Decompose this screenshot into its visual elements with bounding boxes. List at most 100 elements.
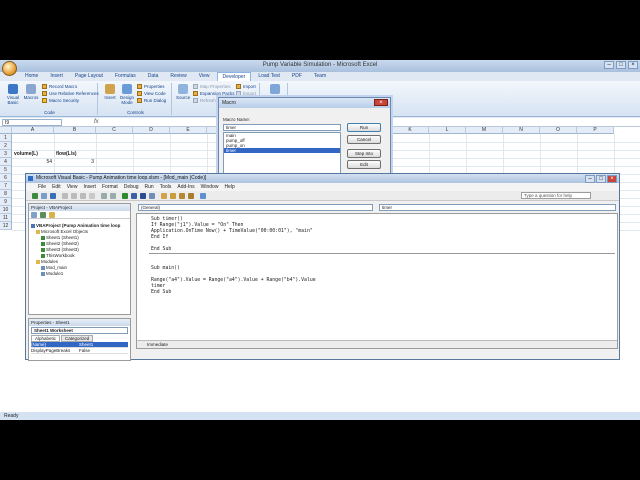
properties-window-icon[interactable] xyxy=(170,193,176,199)
cell-a4[interactable]: 54 xyxy=(13,158,53,166)
row-header-4[interactable]: 4 xyxy=(0,158,12,166)
paste-icon[interactable] xyxy=(80,193,86,199)
object-combo[interactable]: (General) xyxy=(138,204,373,211)
tab-team[interactable]: Team xyxy=(309,72,331,81)
code-line[interactable]: End Sub xyxy=(151,247,171,252)
vbe-close-icon[interactable]: × xyxy=(607,175,617,183)
cell-a3[interactable]: volume(L) xyxy=(13,150,54,158)
row-header-3[interactable]: 3 xyxy=(0,150,12,158)
macro-list-item[interactable]: timer xyxy=(224,148,340,153)
vbe-menu-window[interactable]: Window xyxy=(201,183,219,191)
tree-modules[interactable]: Modules xyxy=(36,259,58,264)
tab-page-layout[interactable]: Page Layout xyxy=(70,72,108,81)
code-line[interactable]: If Range("j1").Value = "On" Then xyxy=(151,223,243,228)
macro-security-button[interactable]: Macro Security xyxy=(42,98,79,104)
vbe-menu-view[interactable]: View xyxy=(67,183,78,191)
code-line[interactable]: Sub timer() xyxy=(151,217,183,222)
column-header-k[interactable]: K xyxy=(392,127,429,134)
properties-object-select[interactable]: Sheet1 Worksheet xyxy=(31,327,128,334)
tree-mod-main[interactable]: Mod_main xyxy=(41,265,67,270)
vbe-menu-debug[interactable]: Debug xyxy=(124,183,139,191)
run-icon[interactable] xyxy=(122,193,128,199)
run-button[interactable]: Run xyxy=(347,123,381,132)
help-search-input[interactable]: Type a question for help xyxy=(521,192,591,199)
tab-view[interactable]: View xyxy=(194,72,215,81)
row-header-6[interactable]: 6 xyxy=(0,174,12,182)
row-header-9[interactable]: 9 xyxy=(0,198,12,206)
column-header-l[interactable]: L xyxy=(429,127,466,134)
use-relative-button[interactable]: Use Relative References xyxy=(42,91,99,97)
maximize-icon[interactable]: □ xyxy=(616,61,626,69)
column-header-p[interactable]: P xyxy=(577,127,614,134)
row-header-12[interactable]: 12 xyxy=(0,222,12,230)
import-button[interactable]: Import xyxy=(236,84,256,90)
tab-home[interactable]: Home xyxy=(20,72,43,81)
tree-sheet1[interactable]: Sheet1 (Sheet1) xyxy=(41,235,79,240)
column-header-a[interactable]: A xyxy=(12,127,54,134)
column-header-e[interactable]: E xyxy=(170,127,207,134)
run-dialog-button[interactable]: Run Dialog xyxy=(137,98,166,104)
insert-module-icon[interactable] xyxy=(41,193,47,199)
tab-data[interactable]: Data xyxy=(143,72,164,81)
row-header-7[interactable]: 7 xyxy=(0,182,12,190)
property-row[interactable]: DisplayPageBreaks False xyxy=(31,348,128,354)
property-value[interactable]: Sheet1 xyxy=(79,342,93,347)
vbe-menu-edit[interactable]: Edit xyxy=(52,183,61,191)
toggle-folders-icon[interactable] xyxy=(49,212,55,218)
vbe-menu-format[interactable]: Format xyxy=(102,183,118,191)
row-header-2[interactable]: 2 xyxy=(0,142,12,150)
tree-excel-objects[interactable]: Microsoft Excel Objects xyxy=(36,229,88,234)
tab-formulas[interactable]: Formulas xyxy=(110,72,141,81)
object-browser-icon[interactable] xyxy=(179,193,185,199)
row-header-10[interactable]: 10 xyxy=(0,206,12,214)
design-mode-button[interactable]: Design Mode xyxy=(119,84,135,105)
column-header-o[interactable]: O xyxy=(540,127,577,134)
reset-icon[interactable] xyxy=(140,193,146,199)
procedure-combo[interactable]: timer xyxy=(379,204,616,211)
macros-button[interactable]: Macros xyxy=(23,84,39,100)
code-line[interactable]: End If xyxy=(151,235,168,240)
code-line[interactable]: timer xyxy=(151,284,165,289)
column-header-m[interactable]: M xyxy=(466,127,503,134)
source-button[interactable]: Source xyxy=(176,84,190,100)
vbe-menu-tools[interactable]: Tools xyxy=(160,183,172,191)
close-icon[interactable]: × xyxy=(628,61,638,69)
vbe-maximize-icon[interactable]: □ xyxy=(596,175,606,183)
column-header-n[interactable]: N xyxy=(503,127,540,134)
save-icon[interactable] xyxy=(50,193,56,199)
row-header-8[interactable]: 8 xyxy=(0,190,12,198)
cell-b4[interactable]: 3 xyxy=(55,158,95,166)
tab-developer[interactable]: Developer xyxy=(216,72,252,81)
view-code-toolbar-icon[interactable] xyxy=(31,212,37,218)
tab-load-test[interactable]: Load Test xyxy=(253,72,285,81)
code-line[interactable]: End Sub xyxy=(151,290,171,295)
project-explorer-icon[interactable] xyxy=(161,193,167,199)
find-icon[interactable] xyxy=(89,193,95,199)
map-properties-button[interactable]: Map Properties xyxy=(193,84,231,90)
minimize-icon[interactable]: – xyxy=(604,61,614,69)
excel-view-icon[interactable] xyxy=(32,193,38,199)
code-line[interactable]: Range("a4").Value = Range("a4").Value + … xyxy=(151,278,316,283)
help-icon[interactable] xyxy=(200,193,206,199)
select-all-corner[interactable] xyxy=(0,127,12,134)
cell-b3[interactable]: flow(L/s) xyxy=(55,150,96,158)
row-header-1[interactable]: 1 xyxy=(0,134,12,142)
redo-icon[interactable] xyxy=(110,193,116,199)
name-box[interactable]: I9 xyxy=(2,119,62,126)
undo-icon[interactable] xyxy=(101,193,107,199)
copy-icon[interactable] xyxy=(71,193,77,199)
fx-icon[interactable]: fx xyxy=(94,119,99,125)
code-line[interactable]: Application.OnTime Now() + TimeValue("00… xyxy=(151,229,313,234)
view-code-button[interactable]: View Code xyxy=(137,91,166,97)
view-object-icon[interactable] xyxy=(40,212,46,218)
row-header-11[interactable]: 11 xyxy=(0,214,12,222)
vbe-minimize-icon[interactable]: – xyxy=(585,175,595,183)
properties-button[interactable]: Properties xyxy=(137,84,165,90)
vbe-menu-addins[interactable]: Add-Ins xyxy=(177,183,194,191)
insert-control-button[interactable]: Insert xyxy=(103,84,117,100)
code-editor[interactable]: Sub timer() If Range("j1").Value = "On" T… xyxy=(136,213,618,349)
cancel-button[interactable]: Cancel xyxy=(347,135,381,144)
macro-name-input[interactable]: timer xyxy=(223,124,341,131)
tree-thisworkbook[interactable]: ThisWorkbook xyxy=(41,253,75,258)
tab-review[interactable]: Review xyxy=(165,72,191,81)
